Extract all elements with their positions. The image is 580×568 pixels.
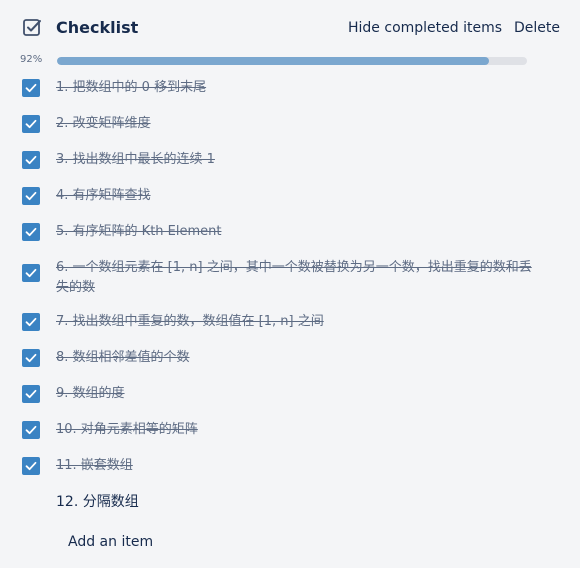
checklist-item-text[interactable]: 9. 数组的度 bbox=[56, 384, 534, 404]
checklist-items: 1. 把数组中的 0 移到末尾 2. 改变矩阵维度 3. 找出数组中最长的连续 1 4… bbox=[0, 70, 580, 520]
checkbox-checked[interactable] bbox=[22, 421, 40, 439]
checklist-item-text[interactable]: 1. 把数组中的 0 移到末尾 bbox=[56, 78, 534, 98]
checklist-item[interactable]: 3. 找出数组中最长的连续 1 bbox=[0, 142, 580, 178]
checklist-item-text[interactable]: 7. 找出数组中重复的数，数组值在 [1, n] 之间 bbox=[56, 312, 534, 332]
checklist-item-text[interactable]: 11. 嵌套数组 bbox=[56, 456, 534, 476]
checklist-item[interactable]: 11. 嵌套数组 bbox=[0, 448, 580, 484]
checkbox-checked[interactable] bbox=[22, 313, 40, 331]
checklist-item[interactable]: 6. 一个数组元素在 [1, n] 之间，其中一个数被替换为另一个数，找出重复的… bbox=[0, 250, 580, 304]
checklist-item-text[interactable]: 6. 一个数组元素在 [1, n] 之间，其中一个数被替换为另一个数，找出重复的… bbox=[56, 258, 534, 298]
checkbox-checked[interactable] bbox=[22, 264, 40, 282]
checklist-item-text[interactable]: 8. 数组相邻差值的个数 bbox=[56, 348, 534, 368]
progress-bar bbox=[57, 57, 527, 65]
checkbox-checked[interactable] bbox=[22, 79, 40, 97]
checklist-item[interactable]: 1. 把数组中的 0 移到末尾 bbox=[0, 70, 580, 106]
checklist-item[interactable]: 9. 数组的度 bbox=[0, 376, 580, 412]
hide-completed-button[interactable]: Hide completed items bbox=[348, 18, 502, 38]
progress-bar-fill bbox=[57, 57, 490, 65]
checklist-header: Checklist Hide completed items Delete bbox=[0, 0, 580, 56]
checklist-item[interactable]: 5. 有序矩阵的 Kth Element bbox=[0, 214, 580, 250]
add-item-button[interactable]: Add an item bbox=[68, 532, 153, 552]
checklist-item-text[interactable]: 2. 改变矩阵维度 bbox=[56, 114, 534, 134]
checklist-item-text[interactable]: 4. 有序矩阵查找 bbox=[56, 186, 534, 206]
checkbox-checked[interactable] bbox=[22, 223, 40, 241]
progress-row: 92% bbox=[0, 52, 580, 68]
checklist-icon bbox=[22, 18, 42, 38]
checklist-item[interactable]: 8. 数组相邻差值的个数 bbox=[0, 340, 580, 376]
progress-percent: 92% bbox=[20, 54, 43, 65]
checklist-item-text[interactable]: 5. 有序矩阵的 Kth Element bbox=[56, 222, 534, 242]
delete-button[interactable]: Delete bbox=[514, 18, 560, 38]
checklist-item-text[interactable]: 12. 分隔数组 bbox=[56, 492, 534, 512]
checklist-item[interactable]: 12. 分隔数组 bbox=[0, 484, 580, 520]
checkbox-checked[interactable] bbox=[22, 115, 40, 133]
checkbox-checked[interactable] bbox=[22, 385, 40, 403]
checklist-title: Checklist bbox=[56, 18, 139, 37]
checklist-panel: Checklist Hide completed items Delete 92… bbox=[0, 0, 580, 568]
checklist-item[interactable]: 10. 对角元素相等的矩阵 bbox=[0, 412, 580, 448]
checkbox-checked[interactable] bbox=[22, 151, 40, 169]
checklist-item[interactable]: 7. 找出数组中重复的数，数组值在 [1, n] 之间 bbox=[0, 304, 580, 340]
checklist-item-text[interactable]: 3. 找出数组中最长的连续 1 bbox=[56, 150, 534, 170]
checkbox-checked[interactable] bbox=[22, 349, 40, 367]
checklist-item[interactable]: 4. 有序矩阵查找 bbox=[0, 178, 580, 214]
checklist-item-text[interactable]: 10. 对角元素相等的矩阵 bbox=[56, 420, 534, 440]
checkbox-checked[interactable] bbox=[22, 187, 40, 205]
checklist-item[interactable]: 2. 改变矩阵维度 bbox=[0, 106, 580, 142]
checkbox-checked[interactable] bbox=[22, 457, 40, 475]
